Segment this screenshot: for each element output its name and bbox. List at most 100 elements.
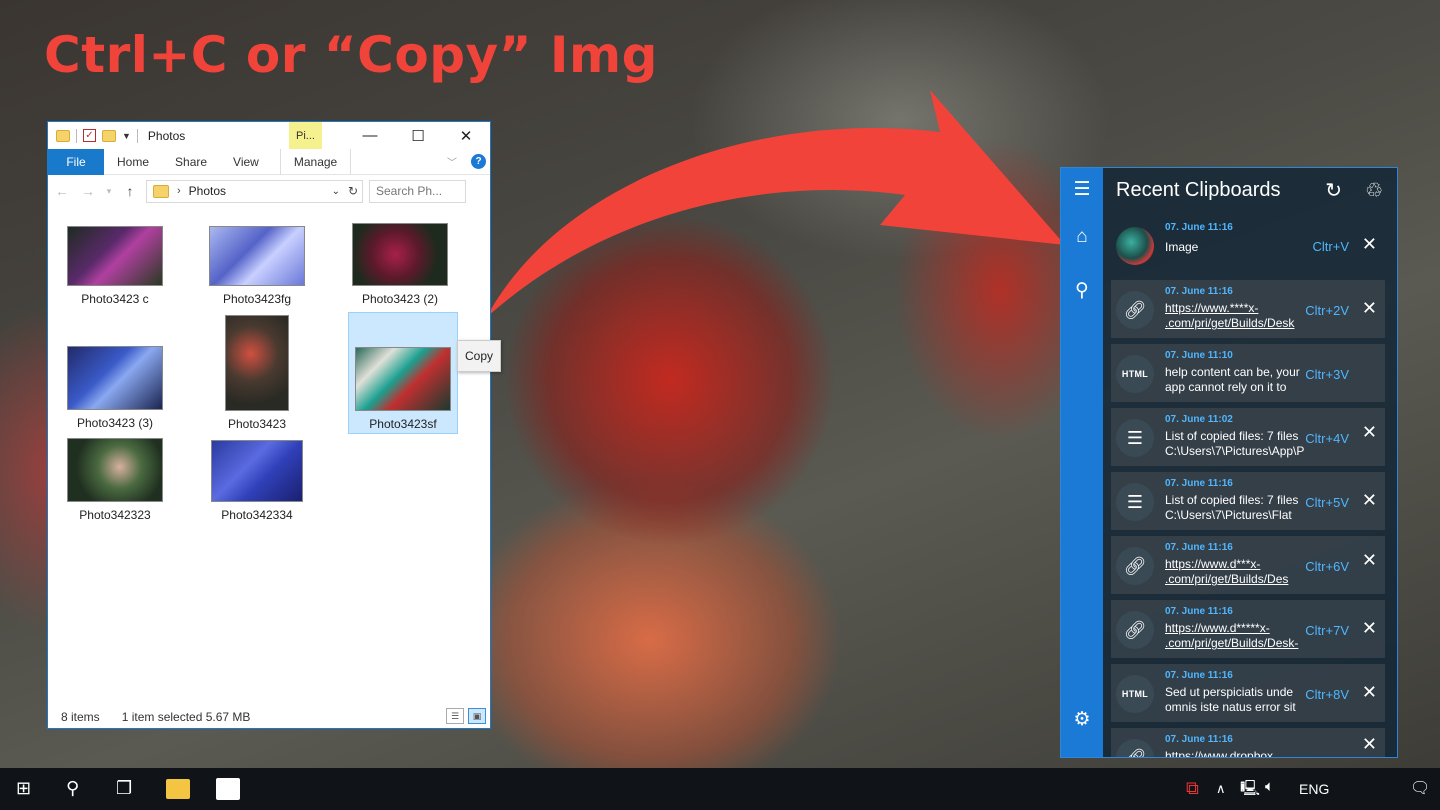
item-shortcut[interactable]: Cltr+2V xyxy=(1305,303,1349,318)
search-icon[interactable]: ⚲ xyxy=(1061,279,1103,302)
item-text-line-1: help content can be, your xyxy=(1165,365,1300,379)
item-shortcut[interactable]: Cltr+3V xyxy=(1305,367,1349,382)
network-icon[interactable]: 🖳︎ xyxy=(1240,778,1260,803)
up-arrow-icon[interactable]: ↑ xyxy=(120,183,140,199)
link-icon: 🔗︎ xyxy=(1116,291,1154,329)
chevron-up-icon[interactable]: ∧ xyxy=(1216,781,1226,797)
close-icon[interactable]: ✕ xyxy=(442,122,490,149)
search-icon[interactable]: ⚲ xyxy=(66,778,79,799)
recent-locations-chevron-icon[interactable]: ▾ xyxy=(104,186,114,197)
refresh-icon[interactable]: ↻ xyxy=(348,184,358,198)
large-icons-view-icon[interactable]: ▣ xyxy=(468,708,486,724)
breadcrumb-photos[interactable]: Photos xyxy=(189,184,226,198)
maximize-icon[interactable]: ☐ xyxy=(394,122,442,149)
hamburger-menu-icon[interactable]: ☰ xyxy=(1061,178,1103,201)
home-icon[interactable]: ⌂ xyxy=(1061,226,1103,248)
clipboard-item[interactable]: 🔗︎ 07. June 11:16 https://www.dropbox ✕ xyxy=(1111,728,1385,757)
close-icon[interactable]: ✕ xyxy=(1362,422,1377,443)
refresh-icon[interactable]: ↻ xyxy=(1325,178,1342,203)
tab-share[interactable]: Share xyxy=(162,149,220,175)
item-text: https://www.d***x- .com/pri/get/Builds/De… xyxy=(1165,557,1305,587)
file-name: Photo3423 xyxy=(227,417,287,431)
file-explorer-icon[interactable] xyxy=(166,779,190,799)
tab-manage[interactable]: Manage xyxy=(279,148,352,175)
file-item[interactable]: Photo3423 c xyxy=(60,226,170,306)
item-shortcut[interactable]: Cltr+4V xyxy=(1305,431,1349,446)
tab-view[interactable]: View xyxy=(220,149,272,175)
folder-icon[interactable] xyxy=(56,129,70,142)
notifications-icon[interactable]: 🗨︎ xyxy=(1410,778,1430,798)
item-date: 07. June 11:10 xyxy=(1165,350,1233,361)
tab-home[interactable]: Home xyxy=(104,149,162,175)
language-indicator[interactable]: ENG xyxy=(1299,781,1329,797)
item-text-line-1: https://www.d*****x- xyxy=(1165,621,1270,635)
forward-arrow-icon[interactable]: → xyxy=(78,183,98,199)
item-text-line-1: List of copied files: 7 files xyxy=(1165,493,1299,507)
close-icon[interactable]: ✕ xyxy=(1362,550,1377,571)
item-shortcut[interactable]: Cltr+5V xyxy=(1305,495,1349,510)
properties-icon[interactable]: ✓ xyxy=(83,129,96,142)
item-shortcut[interactable]: Cltr+7V xyxy=(1305,623,1349,638)
recycle-icon[interactable]: ♲ xyxy=(1365,178,1383,203)
image-thumbnail xyxy=(209,226,305,286)
expand-ribbon-chevron-icon[interactable]: ﹀ xyxy=(447,154,457,169)
windows-start-icon[interactable]: ⊞ xyxy=(16,778,31,799)
details-view-icon[interactable]: ☰ xyxy=(446,708,464,724)
task-view-icon[interactable]: ❐ xyxy=(116,778,132,799)
close-icon[interactable]: ✕ xyxy=(1362,618,1377,639)
settings-gear-icon[interactable]: ⚙ xyxy=(1061,708,1103,731)
item-text-line-1: Sed ut perspiciatis unde xyxy=(1165,685,1294,699)
file-item[interactable]: Photo3423 (2) xyxy=(345,223,455,306)
item-shortcut[interactable]: Cltr+6V xyxy=(1305,559,1349,574)
item-text: Image xyxy=(1165,240,1199,254)
folder-icon xyxy=(153,184,169,198)
file-item[interactable]: Photo3423fg xyxy=(202,226,312,306)
address-bar[interactable]: › Photos ⌄ ↻ xyxy=(146,179,363,203)
clipboard-item[interactable]: ☰ 07. June 11:02 List of copied files: 7… xyxy=(1111,408,1385,466)
clipboard-item[interactable]: HTML 07. June 11:16 Sed ut perspiciatis … xyxy=(1111,664,1385,722)
store-icon[interactable] xyxy=(216,778,240,800)
help-icon[interactable]: ? xyxy=(471,154,486,169)
close-icon[interactable]: ✕ xyxy=(1362,734,1377,755)
clipboard-item[interactable]: 🔗︎ 07. June 11:16 https://www.d*****x- .c… xyxy=(1111,600,1385,658)
item-text-line-2: .com/pri/get/Builds/Des xyxy=(1165,572,1289,586)
file-name: Photo3423 (3) xyxy=(76,416,154,430)
clipboard-item[interactable]: 🔗︎ 07. June 11:16 https://www.d***x- .com… xyxy=(1111,536,1385,594)
address-dropdown-icon[interactable]: ⌄ xyxy=(332,186,340,197)
status-bar: 8 items 1 item selected 5.67 MB ☰ ▣ xyxy=(48,706,490,728)
file-item[interactable]: Photo342334 xyxy=(202,440,312,522)
tab-file[interactable]: File xyxy=(48,148,104,175)
clipboard-item[interactable]: 07. June 11:16 Image Cltr+V ✕ xyxy=(1111,216,1385,274)
clipboard-item[interactable]: 🔗︎ 07. June 11:16 https://www.****x- .com… xyxy=(1111,280,1385,338)
minimize-icon[interactable]: — xyxy=(346,122,394,149)
back-arrow-icon[interactable]: ← xyxy=(52,183,72,199)
list-icon: ☰ xyxy=(1116,419,1154,457)
image-thumbnail xyxy=(211,440,303,502)
item-date: 07. June 11:16 xyxy=(1165,734,1233,745)
item-shortcut[interactable]: Cltr+V xyxy=(1313,239,1349,254)
clipboard-app-tray-icon[interactable]: ⧉ xyxy=(1186,778,1199,799)
file-item[interactable]: Photo342323 xyxy=(60,438,170,522)
contextual-tab-picture-tools[interactable]: Pi... xyxy=(289,122,322,149)
item-text: List of copied files: 7 files C:\Users\7\… xyxy=(1165,493,1305,523)
close-icon[interactable]: ✕ xyxy=(1362,490,1377,511)
new-folder-icon[interactable] xyxy=(102,129,116,142)
item-date: 07. June 11:16 xyxy=(1165,542,1233,553)
close-icon[interactable]: ✕ xyxy=(1362,234,1377,255)
clipboard-app-window: ☰ ⌂ ⚲ ⚙ Recent Clipboards ↻ ♲ 07. June 1… xyxy=(1060,167,1398,758)
item-shortcut[interactable]: Cltr+8V xyxy=(1305,687,1349,702)
close-icon[interactable]: ✕ xyxy=(1362,298,1377,319)
clipboard-item[interactable]: HTML 07. June 11:10 help content can be,… xyxy=(1111,344,1385,402)
file-item[interactable]: Photo3423 (3) xyxy=(60,346,170,430)
copy-context-tooltip[interactable]: Copy xyxy=(457,340,501,372)
clipboard-item[interactable]: ☰ 07. June 11:16 List of copied files: 7… xyxy=(1111,472,1385,530)
explorer-titlebar: ✓ ▼ Photos Pi... — ☐ ✕ xyxy=(48,122,490,149)
search-input[interactable]: Search Ph... xyxy=(369,179,466,203)
item-text-line-2: C:\Users\7\Pictures\App\Pic- xyxy=(1165,444,1305,458)
close-icon[interactable]: ✕ xyxy=(1362,682,1377,703)
customize-caret-icon[interactable]: ▼ xyxy=(122,131,131,141)
volume-icon[interactable]: 🔈︎ xyxy=(1265,778,1274,795)
file-item-selected[interactable]: Photo3423sf xyxy=(348,312,458,434)
taskbar: ⊞ ⚲ ❐ ⧉ ∧ 🖳︎ 🔈︎ ENG 🗨︎ xyxy=(0,768,1440,810)
file-item[interactable]: Photo3423 xyxy=(202,315,312,431)
